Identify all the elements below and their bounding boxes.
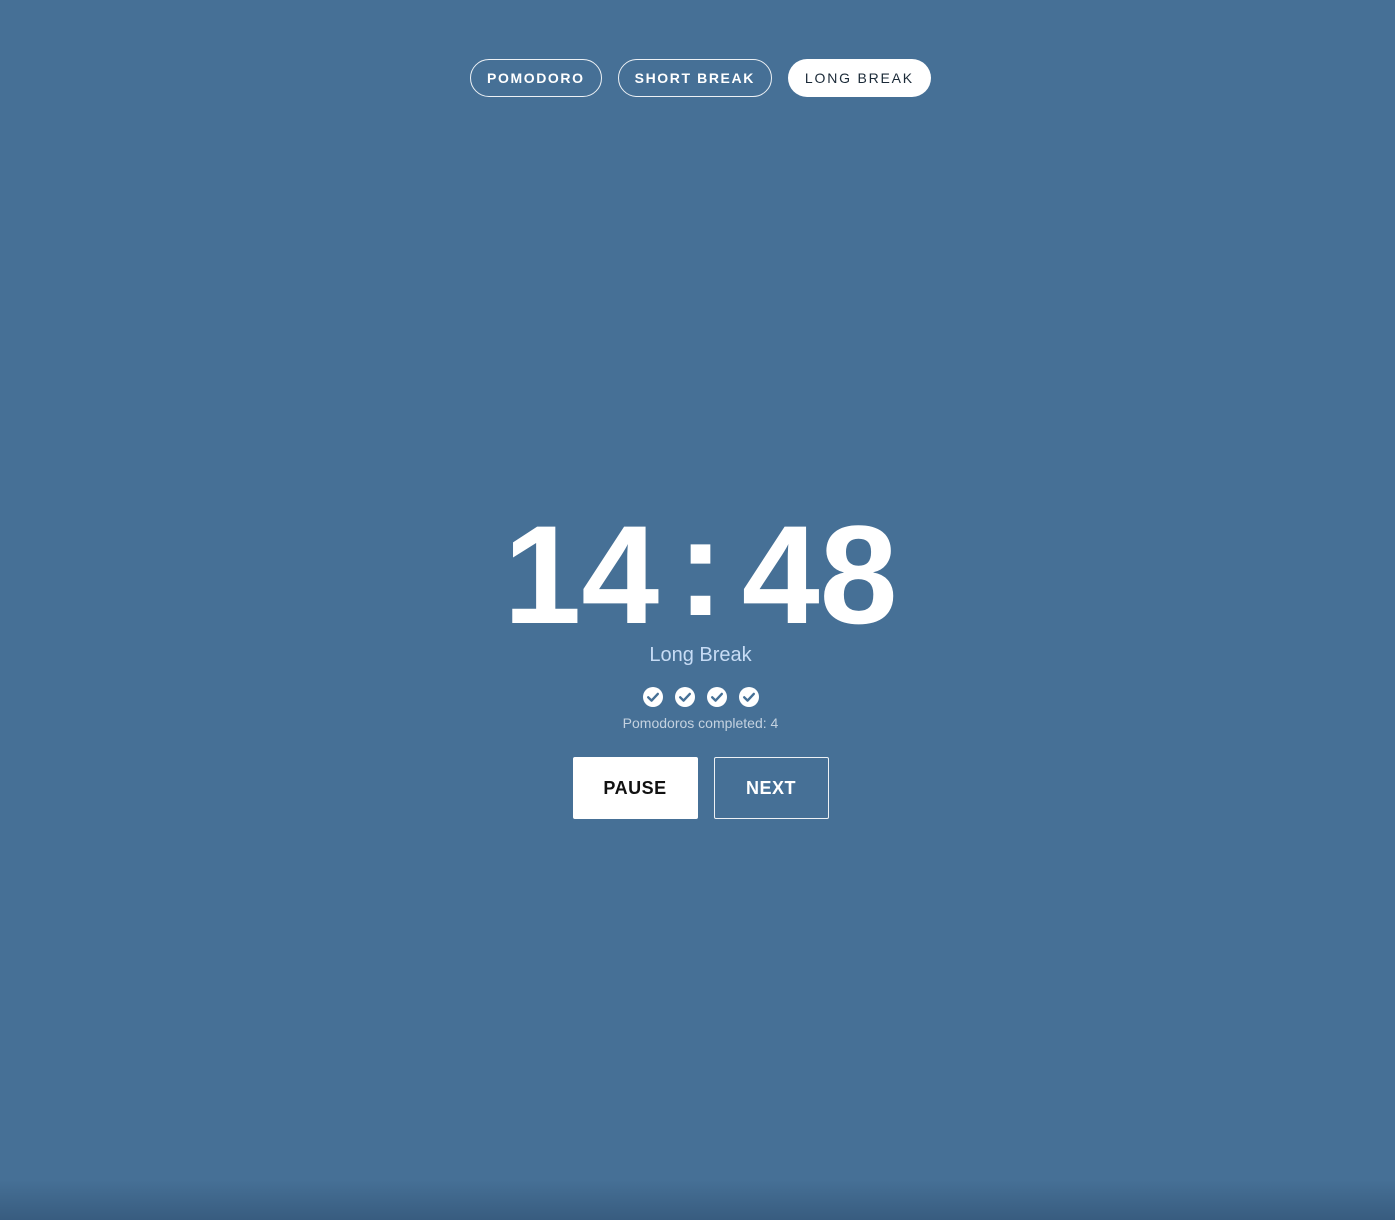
timer-display: 14 : 48	[0, 496, 1395, 653]
timer-controls: PAUSE NEXT	[0, 757, 1395, 819]
tab-short-break[interactable]: SHORT BREAK	[617, 59, 772, 97]
tab-pomodoro[interactable]: POMODORO	[470, 59, 602, 97]
timer-separator: :	[677, 488, 724, 645]
check-circle-icon	[642, 687, 663, 707]
timer-seconds: 48	[741, 496, 898, 653]
current-mode-label: Long Break	[649, 644, 752, 666]
mode-tabs: POMODORO SHORT BREAK LONG BREAK	[0, 59, 1395, 97]
timer-minutes: 14	[503, 496, 660, 653]
next-button[interactable]: NEXT	[713, 757, 829, 819]
check-circle-icon	[738, 687, 759, 707]
check-circle-icon	[674, 687, 695, 707]
completed-pomodoro-checks	[0, 687, 1395, 707]
bottom-shade	[0, 1180, 1395, 1220]
pause-button[interactable]: PAUSE	[572, 757, 698, 819]
check-circle-icon	[706, 687, 727, 707]
tab-long-break[interactable]: LONG BREAK	[787, 59, 931, 97]
pomodoros-completed-text: Pomodoros completed: 4	[622, 715, 779, 731]
